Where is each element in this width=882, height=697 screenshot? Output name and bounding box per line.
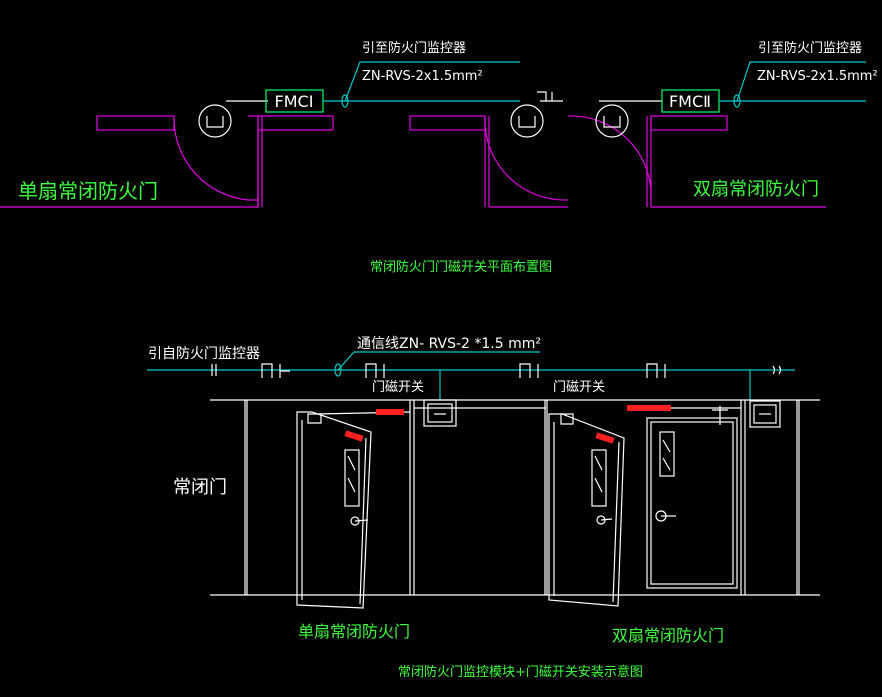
left-frame-magnet-red: [376, 409, 404, 415]
left-cable-spec: ZN-RVS-2x1.5mm²: [362, 69, 483, 84]
left-leader-label: 引至防火门监控器: [362, 40, 466, 56]
elevation-title: 常闭防火门监控模块+门磁开关安装示意图: [398, 664, 643, 680]
right-leader-label: 引至防火门监控器: [758, 40, 862, 56]
elevation-view: 引自防火门监控器 通信线ZN- RVS-2 *1.5 mm² 门磁开关 门磁开关: [147, 336, 820, 680]
right-door-magnet-red: [595, 432, 615, 444]
switch-right-label: 门磁开关: [553, 380, 605, 395]
right-magnet-symbols: [510, 91, 662, 138]
left-monitor-module: [423, 399, 457, 427]
cad-drawing-canvas: FMCⅠ 引至防火门监控器 ZN-RVS-2x1.5mm² 单扇常闭防火门 FM…: [0, 0, 882, 697]
right-plan-door-label: 双扇常闭防火门: [693, 179, 819, 200]
source-label: 引自防火门监控器: [148, 346, 260, 362]
cable-conduit-marks: [261, 363, 782, 378]
door-left-label: 单扇常闭防火门: [298, 622, 410, 641]
left-plan-door-label: 单扇常闭防火门: [18, 179, 158, 203]
right-monitor-module: [749, 400, 781, 428]
left-module-box: FMCⅠ: [265, 89, 324, 113]
right-cable-spec: ZN-RVS-2x1.5mm²: [757, 69, 878, 84]
switch-left-label: 门磁开关: [372, 380, 424, 395]
door-right-label: 双扇常闭防火门: [612, 626, 724, 645]
right-frame-magnet-red: [627, 405, 671, 411]
left-module-label: FMCⅠ: [275, 92, 314, 111]
side-label: 常闭门: [173, 477, 227, 498]
cad-drawing: FMCⅠ 引至防火门监控器 ZN-RVS-2x1.5mm² 单扇常闭防火门 FM…: [0, 40, 878, 680]
right-module-label: FMCⅡ: [669, 92, 711, 111]
left-door-leaf: [296, 411, 411, 609]
right-module-box: FMCⅡ: [661, 89, 720, 113]
comm-cable-label: 通信线ZN- RVS-2 *1.5 mm²: [357, 336, 541, 352]
left-door-magnet-red: [344, 430, 364, 442]
right-door-fixed-leaf: [646, 406, 738, 589]
plan-view: FMCⅠ 引至防火门监控器 ZN-RVS-2x1.5mm² 单扇常闭防火门 FM…: [0, 40, 878, 275]
plan-title: 常闭防火门门磁开关平面布置图: [370, 259, 552, 275]
